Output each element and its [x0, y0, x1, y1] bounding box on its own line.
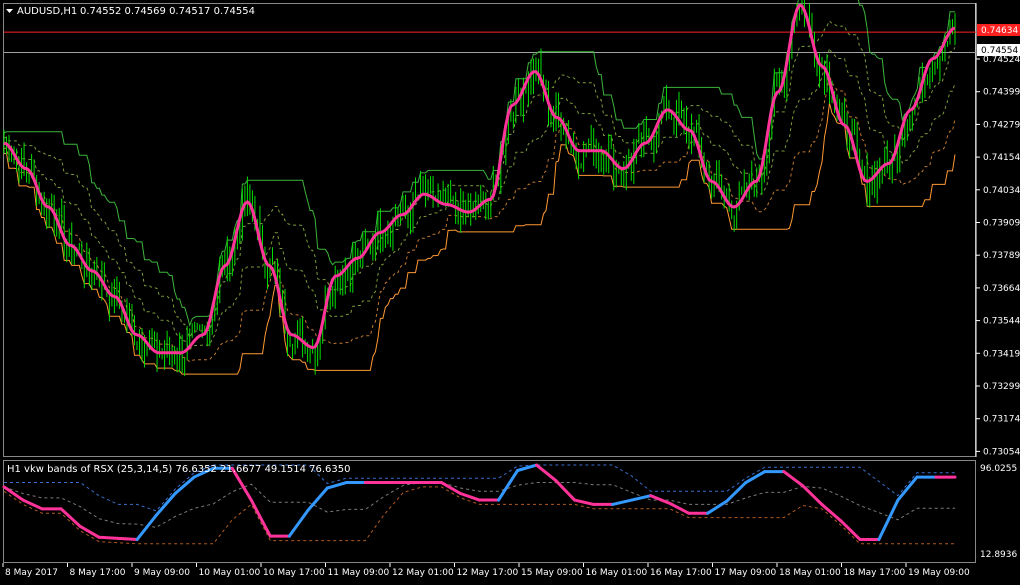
- indicator-axis-bottom: 12.8936: [980, 550, 1017, 560]
- time-tick-label: 11 May 09:00: [328, 568, 390, 578]
- time-tick-label: 8 May 2017: [5, 568, 58, 578]
- rsx-segment: [877, 498, 900, 541]
- price-tick-label: 0.74524: [983, 55, 1020, 65]
- time-tick-label: 18 May 01:00: [779, 568, 841, 578]
- time-tick-label: 12 May 17:00: [457, 568, 519, 578]
- lower-band: [4, 102, 956, 375]
- rsx-segment: [896, 475, 919, 502]
- time-tick-label: 12 May 01:00: [392, 568, 454, 578]
- time-tick-label: 8 May 17:00: [70, 568, 126, 578]
- price-axis: 0.74524 0.74399 0.74279 0.74154 0.74034 0.739…: [976, 55, 1020, 457]
- smoothed-price-line: [3, 3, 956, 355]
- rsx-segment: [97, 535, 120, 540]
- rsx-segment: [154, 491, 177, 517]
- collapse-triangle-icon[interactable]: [6, 9, 13, 13]
- price-tick-label: 0.73054: [983, 447, 1020, 457]
- rsx-segment: [116, 536, 139, 541]
- rsx-segment: [573, 498, 596, 506]
- mid-band-dashed: [3, 20, 956, 339]
- rsx-segment: [249, 498, 272, 538]
- rsx-segment: [782, 470, 805, 488]
- rsx-segment: [839, 519, 862, 541]
- indicator-plot[interactable]: [2, 463, 957, 545]
- time-tick-label: 16 May 01:00: [586, 568, 648, 578]
- price-tick-label: 0.73174: [983, 415, 1020, 425]
- time-tick-label: 10 May 01:00: [199, 568, 261, 578]
- rsx-segment: [21, 498, 44, 511]
- time-tick-label: 19 May 09:00: [908, 568, 970, 578]
- rsx-mid-band: [3, 482, 955, 528]
- price-tick-label: 0.74279: [983, 120, 1020, 130]
- rsx-segment: [649, 494, 672, 505]
- price-tick-label: 0.73544: [983, 317, 1020, 327]
- rsx-segment: [135, 513, 158, 541]
- rsx-segment: [706, 499, 729, 515]
- ohlc-readout: 0.74552 0.74569 0.74517 0.74554: [80, 6, 255, 17]
- indicator-axis-top: 96.0255: [980, 464, 1017, 474]
- rsx-segment: [497, 469, 520, 502]
- time-tick-label: 9 May 09:00: [134, 568, 190, 578]
- time-tick-label: 17 May 09:00: [715, 568, 777, 578]
- price-tick-label: 0.74154: [983, 153, 1020, 163]
- rsx-segment: [820, 502, 843, 523]
- rsx-segment: [801, 484, 824, 506]
- mid-band-dashed: [3, 46, 956, 351]
- main-plot[interactable]: [3, 0, 976, 376]
- rsx-segment: [439, 481, 462, 495]
- rsx-segment: [668, 501, 691, 515]
- time-tick-label: 18 May 17:00: [844, 568, 906, 578]
- symbol-title: AUDUSD,H1: [17, 6, 77, 17]
- indicator-title: H1 vkw bands of RSX (25,3,14,5) 76.6352 …: [7, 464, 350, 475]
- rsx-segment: [2, 485, 25, 502]
- time-tick-label: 15 May 09:00: [521, 568, 583, 578]
- price-tick-label: 0.73299: [983, 382, 1020, 392]
- price-tick-label: 0.74399: [983, 88, 1020, 98]
- time-tick-label: 16 May 17:00: [650, 568, 712, 578]
- mid-band-dashed: [3, 75, 956, 363]
- time-axis: 8 May 2017 8 May 17:00 9 May 09:00 10 May 0…: [2, 563, 970, 578]
- rsx-segment: [173, 475, 196, 495]
- price-tag-white: 0.74554: [981, 46, 1018, 56]
- rsx-segment: [59, 507, 82, 528]
- rsx-segment: [535, 463, 558, 482]
- rsx-segment: [306, 486, 329, 512]
- price-tag-red: 0.74634: [981, 26, 1018, 36]
- rsx-segment: [611, 498, 634, 506]
- price-tick-label: 0.73419: [983, 349, 1020, 359]
- rsx-segment: [287, 508, 310, 538]
- price-tick-label: 0.73664: [983, 284, 1020, 294]
- chart-window[interactable]: AUDUSD,H1 0.74552 0.74569 0.74517 0.7455…: [0, 0, 1020, 581]
- time-tick-label: 10 May 17:00: [263, 568, 325, 578]
- price-tick-label: 0.73789: [983, 251, 1020, 261]
- rsx-segment: [325, 481, 348, 490]
- price-tick-label: 0.74034: [983, 186, 1020, 196]
- upper-band: [3, 0, 955, 328]
- rsx-segment: [554, 478, 577, 502]
- price-tick-label: 0.73909: [983, 219, 1020, 229]
